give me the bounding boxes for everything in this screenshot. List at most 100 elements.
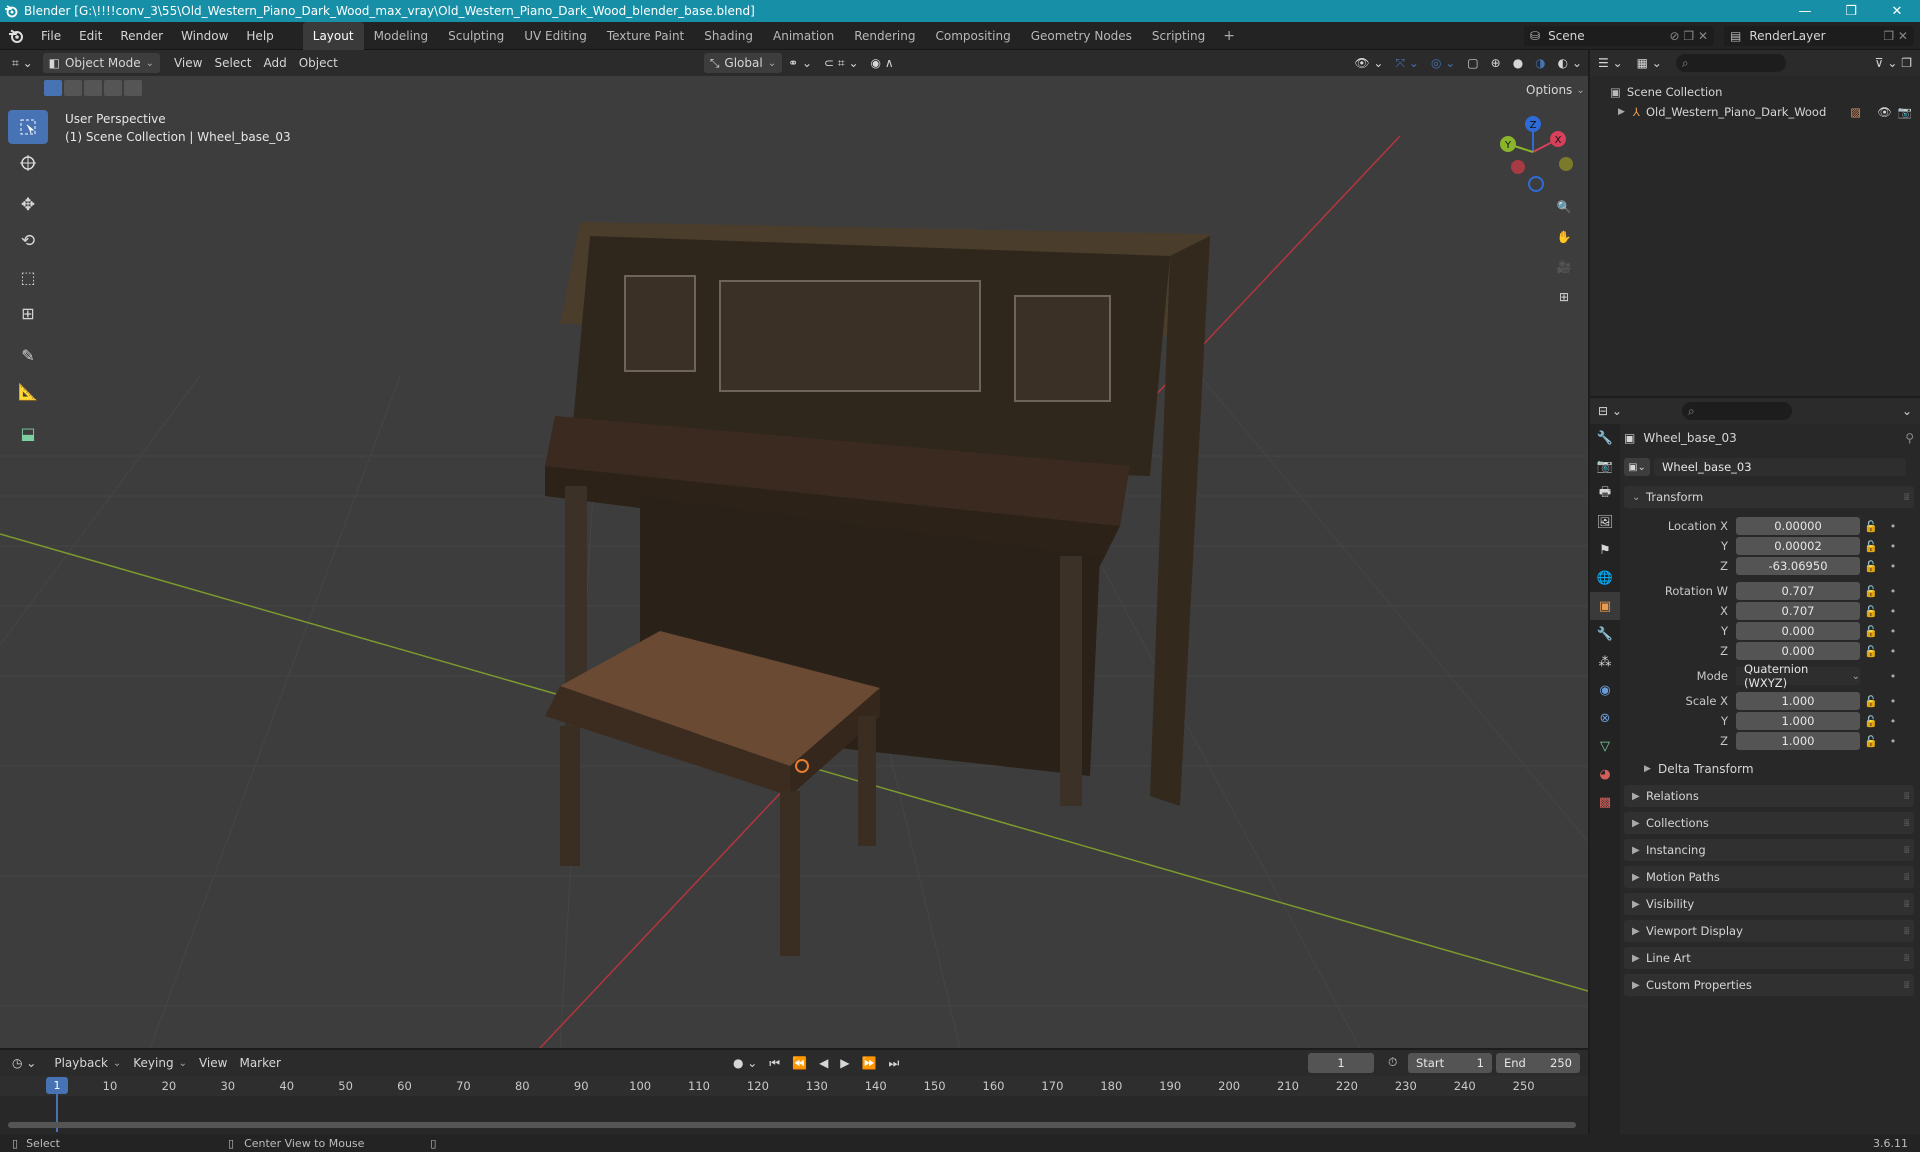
bench-model[interactable]	[545, 631, 880, 956]
editor-type-icon[interactable]: ⌗ ⌄	[6, 53, 39, 73]
datablock-type-icon[interactable]: ▣⌄	[1624, 458, 1650, 476]
stopwatch-icon[interactable]: ⏱	[1388, 1055, 1397, 1070]
timeline-menu-view[interactable]: View	[193, 1053, 233, 1073]
tab-rendering[interactable]: Rendering	[844, 22, 925, 50]
outliner-search-input[interactable]: ⌕	[1675, 54, 1786, 72]
panel-grip-icon[interactable]: ⁞⁞⁞⁞	[1903, 953, 1910, 964]
timeline-scrollbar[interactable]	[8, 1122, 1576, 1128]
menu-help[interactable]: Help	[237, 22, 282, 50]
auto-keying-icon[interactable]: ● ⌄	[727, 1053, 763, 1073]
panel-visibility[interactable]: ▶ Visibility ⁞⁞⁞⁞	[1624, 893, 1914, 915]
timeline-ruler[interactable]: 1 10 20 30 40 50 60 70 80 90 100 110 120 130 140 150 16…	[0, 1076, 1588, 1096]
shading-rendered-icon[interactable]: ◐ ⌄	[1552, 53, 1588, 73]
panel-custom-properties[interactable]: ▶ Custom Properties ⁞⁞⁞⁞	[1624, 974, 1914, 996]
panel-relations[interactable]: ▶ Relations ⁞⁞⁞⁞	[1624, 785, 1914, 807]
select-intersect-icon[interactable]	[124, 80, 142, 96]
panel-grip-icon[interactable]: ⁞⁞⁞⁞	[1903, 818, 1910, 829]
measure-tool[interactable]: 📐	[8, 374, 48, 408]
snap-icon[interactable]: ⊂ ⌗ ⌄	[818, 53, 865, 73]
panel-instancing[interactable]: ▶ Instancing ⁞⁞⁞⁞	[1624, 839, 1914, 861]
scale-z-field[interactable]: 1.000	[1736, 732, 1860, 750]
tab-animation[interactable]: Animation	[763, 22, 844, 50]
object-tab-icon[interactable]: ▣	[1590, 592, 1620, 620]
jump-keyframe-forward-icon[interactable]: ⏩	[856, 1053, 883, 1073]
overlay-toggle-icon[interactable]: ◎ ⌄	[1425, 53, 1461, 73]
timeline-menu-keying[interactable]: Keying	[127, 1053, 193, 1073]
lock-icon[interactable]: 🔓	[1860, 540, 1882, 553]
lock-icon[interactable]: 🔓	[1860, 695, 1882, 708]
viewport-menu-select[interactable]: Select	[208, 53, 257, 73]
lock-icon[interactable]: 🔓	[1860, 715, 1882, 728]
transform-panel-header[interactable]: ⌄ Transform ⁞⁞⁞⁞	[1624, 486, 1914, 508]
tab-geometry-nodes[interactable]: Geometry Nodes	[1021, 22, 1142, 50]
keyframe-dot-icon[interactable]: •	[1882, 735, 1904, 748]
data-tab-icon[interactable]: ▽	[1590, 732, 1620, 760]
view-layer-selector[interactable]: ▤ RenderLayer ❐ ✕	[1724, 26, 1914, 46]
tab-scripting[interactable]: Scripting	[1142, 22, 1215, 50]
panel-grip-icon[interactable]: ⁞⁞⁞⁞	[1903, 872, 1910, 883]
options-dropdown[interactable]: Options ⌄	[1518, 80, 1588, 100]
navigation-gizmo[interactable]: Z X Y	[1488, 114, 1578, 194]
delta-transform-subpanel[interactable]: ▶ Delta Transform	[1624, 759, 1914, 779]
timeline-menu-marker[interactable]: Marker	[233, 1053, 286, 1073]
select-extend-icon[interactable]	[64, 80, 82, 96]
tab-layout[interactable]: Layout	[302, 21, 364, 50]
menu-window[interactable]: Window	[172, 22, 237, 50]
select-new-icon[interactable]	[44, 80, 62, 96]
lock-icon[interactable]: 🔓	[1860, 520, 1882, 533]
texture-tab-icon[interactable]: ▩	[1590, 788, 1620, 816]
timeline-area[interactable]: 1 10 20 30 40 50 60 70 80 90 100 110 120 130 140 150 16…	[0, 1076, 1588, 1134]
keyframe-dot-icon[interactable]: •	[1882, 585, 1904, 598]
render-tab-icon[interactable]: 📷	[1590, 452, 1620, 480]
transform-orientation-selector[interactable]: ⤡ Global	[703, 53, 783, 73]
location-x-field[interactable]: 0.00000	[1736, 517, 1860, 535]
restore-button[interactable]: ❐	[1828, 0, 1874, 22]
rotation-y-field[interactable]: 0.000	[1736, 622, 1860, 640]
add-cube-tool[interactable]: ⬓	[8, 416, 48, 450]
panel-collections[interactable]: ▶ Collections ⁞⁞⁞⁞	[1624, 812, 1914, 834]
shading-wireframe-icon[interactable]: ⊕	[1485, 53, 1507, 73]
add-workspace-button[interactable]: +	[1215, 28, 1243, 44]
viewport-menu-view[interactable]: View	[168, 53, 208, 73]
rotation-x-field[interactable]: 0.707	[1736, 602, 1860, 620]
outliner-scene-collection[interactable]: ▣ Scene Collection	[1590, 82, 1920, 102]
frame-cursor[interactable]: 1	[46, 1077, 68, 1094]
cursor-tool[interactable]	[8, 146, 48, 180]
current-frame-field[interactable]: 1	[1308, 1053, 1374, 1073]
shading-material-icon[interactable]: ◑	[1529, 53, 1551, 73]
panel-grip-icon[interactable]: ⁞⁞⁞⁞	[1903, 791, 1910, 802]
lock-icon[interactable]: 🔓	[1860, 645, 1882, 658]
scene-tab-icon[interactable]: ⚑	[1590, 536, 1620, 564]
jump-start-icon[interactable]: ⏮	[763, 1053, 786, 1073]
panel-viewport-display[interactable]: ▶ Viewport Display ⁞⁞⁞⁞	[1624, 920, 1914, 942]
expand-arrow-icon[interactable]: ▶	[1618, 107, 1625, 117]
pan-hand-icon[interactable]: ✋	[1550, 223, 1578, 251]
keyframe-dot-icon[interactable]: •	[1882, 520, 1904, 533]
select-subtract-icon[interactable]	[84, 80, 102, 96]
lock-icon[interactable]: 🔓	[1860, 585, 1882, 598]
gizmo-toggle-icon[interactable]: ⤧ ⌄	[1389, 53, 1424, 73]
3d-viewport[interactable]: Options ⌄ User Perspective (1) Scene Coll…	[0, 76, 1588, 1048]
tab-shading[interactable]: Shading	[694, 22, 763, 50]
panel-grip-icon[interactable]: ⁞⁞⁞⁞	[1903, 899, 1910, 910]
play-reverse-icon[interactable]: ◀	[813, 1053, 834, 1073]
tab-uv-editing[interactable]: UV Editing	[514, 22, 597, 50]
properties-search-input[interactable]: ⌕	[1681, 402, 1792, 420]
viewport-menu-object[interactable]: Object	[293, 53, 344, 73]
rotation-z-field[interactable]: 0.000	[1736, 642, 1860, 660]
outliner-item[interactable]: ▶ ⅄ Old_Western_Piano_Dark_Wood ▨ 👁 📷	[1590, 102, 1920, 122]
particles-tab-icon[interactable]: ⁂	[1590, 648, 1620, 676]
keyframe-dot-icon[interactable]: •	[1882, 645, 1904, 658]
menu-edit[interactable]: Edit	[70, 22, 111, 50]
end-frame-field[interactable]: End 250	[1496, 1053, 1580, 1073]
panel-grip-icon[interactable]: ⁞⁞⁞⁞	[1903, 845, 1910, 856]
zoom-icon[interactable]: 🔍	[1550, 193, 1578, 221]
timeline-editor-icon[interactable]: ◷ ⌄	[6, 1053, 42, 1073]
keyframe-dot-icon[interactable]: •	[1882, 670, 1904, 683]
outliner-editor-icon[interactable]: ☰ ⌄	[1598, 56, 1623, 70]
rotation-mode-select[interactable]: Quaternion (WXYZ)	[1736, 662, 1860, 690]
visibility-toggle-icon[interactable]: 👁 ⌄	[1348, 53, 1389, 73]
tab-compositing[interactable]: Compositing	[925, 22, 1020, 50]
ortho-toggle-icon[interactable]: ⊞	[1550, 283, 1578, 311]
keyframe-dot-icon[interactable]: •	[1882, 605, 1904, 618]
